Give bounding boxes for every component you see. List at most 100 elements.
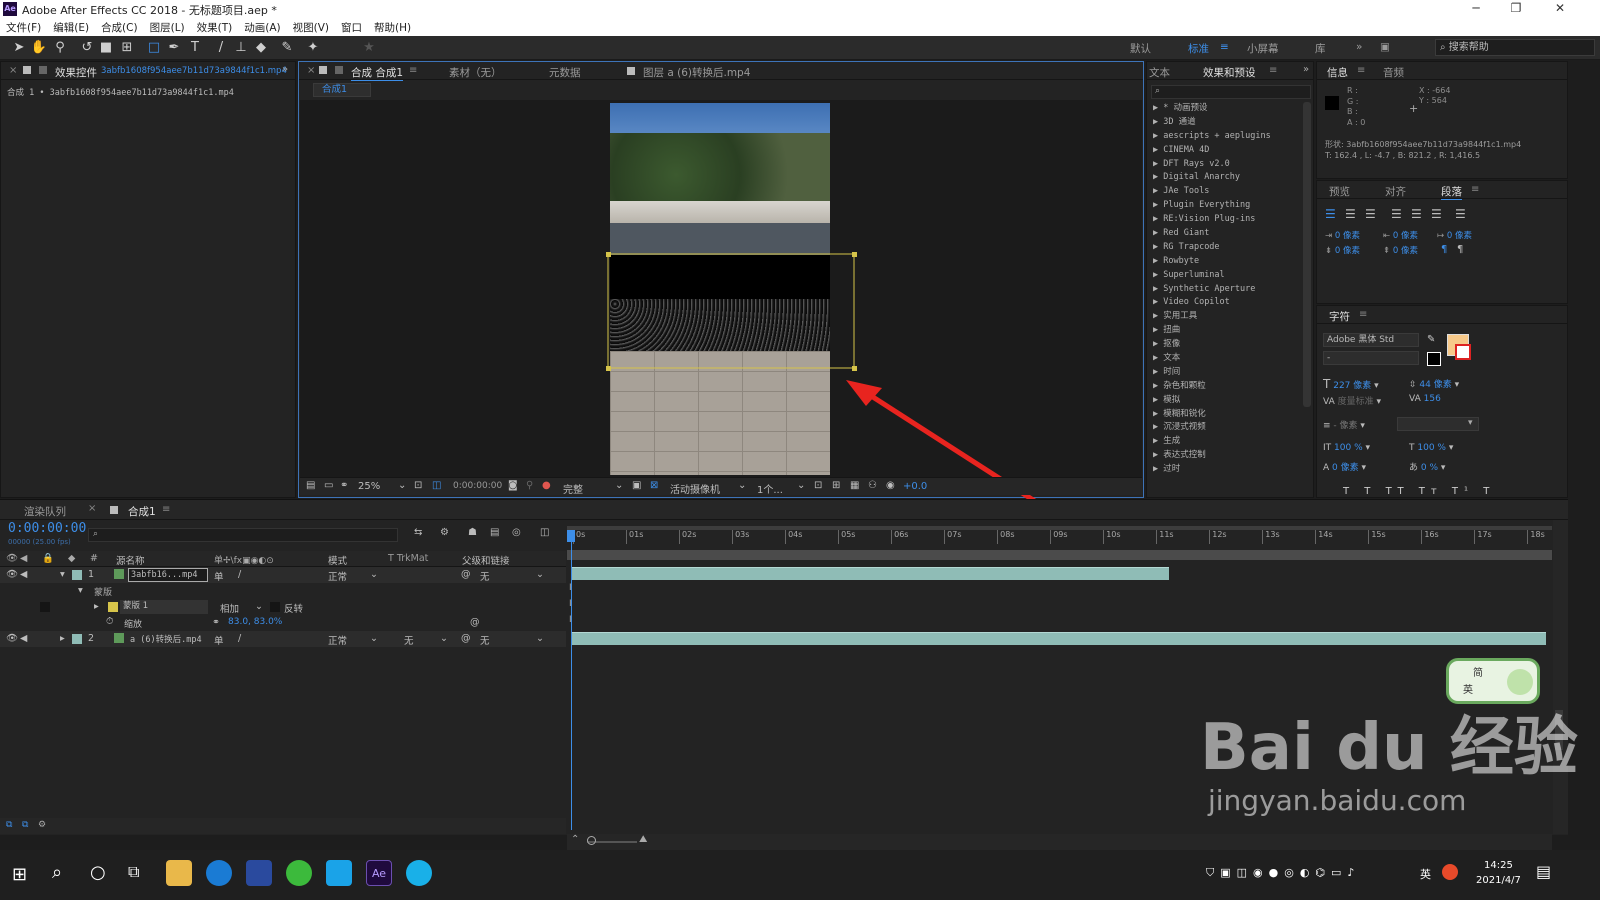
chevron-down-icon[interactable]: ⌄: [398, 480, 406, 491]
tab-audio[interactable]: 音频: [1383, 65, 1404, 80]
effect-category-item[interactable]: ▶ 文本: [1153, 352, 1303, 366]
parent-dropdown[interactable]: 无: [480, 569, 490, 583]
effect-category-item[interactable]: ▶ 扭曲: [1153, 324, 1303, 338]
ime-indicator[interactable]: 英: [1420, 866, 1431, 882]
effect-category-item[interactable]: ▶ Digital Anarchy: [1153, 171, 1303, 185]
tab-character[interactable]: 字符: [1329, 309, 1350, 324]
expand-triangle-icon[interactable]: ▸: [60, 633, 65, 644]
scale-value[interactable]: 83.0, 83.0%: [228, 617, 282, 627]
expand-triangle-icon[interactable]: ▶: [1153, 409, 1163, 419]
eyedropper-icon[interactable]: ✎: [1427, 334, 1435, 345]
tracking-field[interactable]: VA 156: [1409, 394, 1441, 404]
chevron-down-icon[interactable]: ⌄: [536, 569, 544, 580]
expand-triangle-icon[interactable]: ▶: [1153, 297, 1163, 307]
mask-name-field[interactable]: 蒙版 1: [120, 600, 208, 614]
effect-category-item[interactable]: ▶ Plugin Everything: [1153, 199, 1303, 213]
align-right-icon[interactable]: ☰: [1365, 207, 1376, 221]
timeline-timecode[interactable]: 0:00:00:00: [8, 521, 86, 536]
sogou-icon[interactable]: [1442, 864, 1458, 880]
zoom-out-icon[interactable]: ⌃: [571, 834, 579, 845]
tab-menu-icon[interactable]: ≡: [1471, 184, 1479, 195]
rtl-direction-icon[interactable]: ¶: [1457, 244, 1463, 255]
task-view-icon[interactable]: ⧉: [128, 862, 139, 882]
expand-triangle-icon[interactable]: ▶: [1153, 186, 1163, 196]
black-swatch[interactable]: [1427, 352, 1441, 366]
timeline-icon[interactable]: ▦: [850, 480, 859, 491]
layer-row-1[interactable]: 👁 ◀ ▾ 1 3abfb16...mp4 单 / 正常 ⌄ @ 无 ⌄: [0, 567, 566, 583]
expand-triangle-icon[interactable]: ▶: [1153, 131, 1163, 141]
effect-category-item[interactable]: ▶ Red Giant: [1153, 227, 1303, 241]
render-time-toggle-icon[interactable]: ⚙: [38, 820, 46, 830]
draft-3d-icon[interactable]: ⚙: [440, 527, 449, 538]
effect-category-item[interactable]: ▶ aescripts + aeplugins: [1153, 130, 1303, 144]
expand-triangle-icon[interactable]: ▶: [1153, 270, 1163, 280]
chevron-down-icon[interactable]: ⌄: [255, 601, 263, 612]
mode-header[interactable]: 模式: [328, 553, 347, 567]
shy-switch-icon[interactable]: 单: [214, 569, 224, 583]
expand-triangle-icon[interactable]: ▶: [1153, 367, 1163, 377]
expand-triangle-icon[interactable]: ▶: [1153, 256, 1163, 266]
effect-category-item[interactable]: ▶ Video Copilot: [1153, 296, 1303, 310]
layer-mode-dropdown[interactable]: 正常: [328, 633, 347, 647]
tab-align[interactable]: 对齐: [1385, 184, 1406, 199]
mask-vertex[interactable]: [852, 252, 857, 257]
expand-triangle-icon[interactable]: ▾: [78, 585, 83, 596]
comp-mini-flowchart-icon[interactable]: ⇆: [414, 527, 422, 538]
expand-triangle-icon[interactable]: ▶: [1153, 159, 1163, 169]
app-circle-icon[interactable]: [406, 860, 432, 886]
layer-switches-toggle-icon[interactable]: ⧉: [6, 820, 12, 830]
expand-triangle-icon[interactable]: ▶: [1153, 242, 1163, 252]
trkmat-header[interactable]: T TrkMat: [388, 553, 428, 564]
effect-category-item[interactable]: ▶ Superluminal: [1153, 269, 1303, 283]
stroke-width-field[interactable]: ≡ - 像素 ▾: [1323, 418, 1365, 431]
stroke-color-swatch[interactable]: [1455, 344, 1471, 360]
effect-category-item[interactable]: ▶ Rowbyte: [1153, 255, 1303, 269]
baseline-shift-field[interactable]: A 0 像素 ▾: [1323, 460, 1366, 473]
cortana-icon[interactable]: ○: [90, 862, 106, 883]
expression-pick-whip-icon[interactable]: @: [470, 617, 480, 628]
quality-switch-icon[interactable]: /: [238, 633, 241, 644]
layer-row-2[interactable]: 👁 ◀ ▸ 2 a (6)转换后.mp4 单 / 正常 ⌄ 无 ⌄ @ 无 ⌄: [0, 631, 566, 647]
expand-triangle-icon[interactable]: ▶: [1153, 381, 1163, 391]
toggle-pixel-aspect-icon[interactable]: ⊡: [814, 480, 822, 491]
font-style-dropdown[interactable]: -: [1323, 351, 1419, 365]
indent-first[interactable]: ↦ 0 像素: [1437, 229, 1472, 241]
kerning-field[interactable]: VA 度量标准 ▾: [1323, 394, 1381, 407]
align-left-icon[interactable]: ☰: [1325, 207, 1336, 221]
expand-triangle-icon[interactable]: ▶: [1153, 117, 1163, 127]
tab-comp1[interactable]: 合成1: [128, 504, 156, 519]
tab-preview[interactable]: 预览: [1329, 184, 1350, 199]
search-icon[interactable]: ⌕: [52, 862, 62, 883]
expand-triangle-icon[interactable]: ▶: [1153, 464, 1163, 474]
visibility-icon[interactable]: 👁: [6, 569, 18, 580]
fit-icon[interactable]: ⊡: [414, 480, 422, 491]
mask-group-row[interactable]: ▾ 蒙版: [0, 583, 566, 599]
shy-icon[interactable]: ☗: [468, 527, 477, 538]
expand-triangle-icon[interactable]: ▶: [1153, 395, 1163, 405]
resolution-dropdown[interactable]: 完整: [563, 481, 583, 496]
layer-name[interactable]: a (6)转换后.mp4: [130, 633, 202, 645]
effect-category-item[interactable]: ▶ 沉浸式视频: [1153, 421, 1303, 435]
source-name-header[interactable]: 源名称: [116, 553, 145, 567]
zoom-dropdown[interactable]: 25%: [358, 481, 380, 492]
monitor-icon[interactable]: ▭: [324, 480, 333, 491]
pick-whip-icon[interactable]: @: [461, 569, 471, 580]
expand-triangle-icon[interactable]: ▶: [1153, 311, 1163, 321]
effect-category-item[interactable]: ▶ 模拟: [1153, 394, 1303, 408]
effect-category-item[interactable]: ▶ 3D 通道: [1153, 116, 1303, 130]
mask-color-swatch[interactable]: [108, 602, 118, 612]
justify-right-icon[interactable]: ☰: [1431, 207, 1442, 221]
effect-category-item[interactable]: ▶ 模糊和锐化: [1153, 408, 1303, 422]
effect-category-item[interactable]: ▶ RG Trapcode: [1153, 241, 1303, 255]
quality-switch-icon[interactable]: /: [238, 569, 241, 580]
layer-name-field[interactable]: 3abfb16...mp4: [128, 568, 208, 582]
reset-exposure-icon[interactable]: ◉: [886, 480, 895, 491]
parent-dropdown[interactable]: 无: [480, 633, 490, 647]
tab-paragraph[interactable]: 段落: [1441, 184, 1462, 200]
mask-vertex[interactable]: [606, 366, 611, 371]
tab-menu-icon[interactable]: ≡: [1269, 65, 1277, 76]
parent-header[interactable]: 父级和链接: [462, 553, 510, 567]
expand-triangle-icon[interactable]: ▶: [1153, 436, 1163, 446]
font-family-dropdown[interactable]: Adobe 黑体 Std: [1323, 333, 1419, 347]
effect-category-item[interactable]: ▶ RE:Vision Plug-ins: [1153, 213, 1303, 227]
